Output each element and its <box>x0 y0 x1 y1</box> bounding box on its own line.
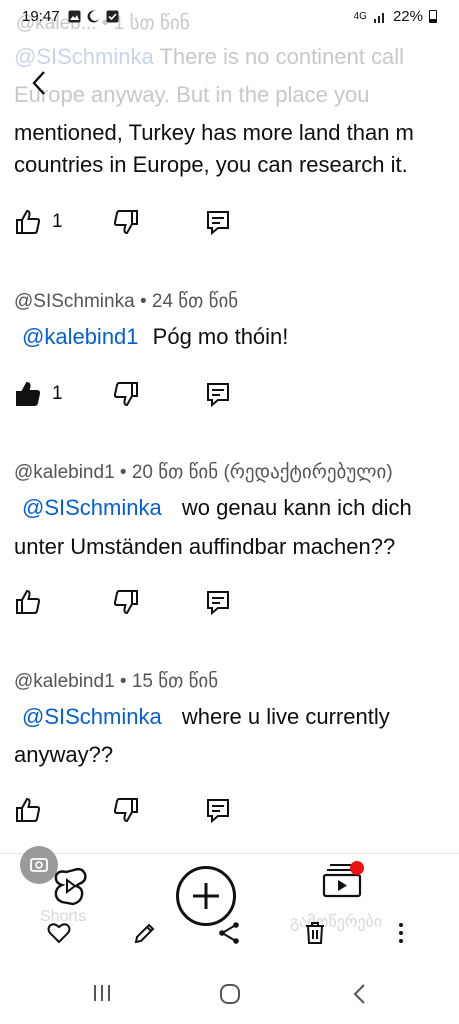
comment-mention[interactable]: @SISchminka <box>14 704 170 729</box>
notification-dot <box>350 861 364 875</box>
shorts-tab[interactable] <box>52 866 88 906</box>
check-icon <box>106 10 119 22</box>
back-icon <box>353 984 365 1004</box>
status-right: 4G 22% <box>354 8 437 25</box>
comment-text-line: @SISchminka wo genau kann ich dich <box>14 489 412 527</box>
ghost-mention: @SISchminka <box>14 44 154 69</box>
system-navigation-bar <box>0 968 459 1024</box>
thumbs-up-icon <box>16 209 41 234</box>
reply-button[interactable] <box>204 380 232 408</box>
reply-icon <box>207 211 229 236</box>
system-back-button[interactable] <box>350 982 370 1011</box>
recent-apps-icon <box>94 985 110 1001</box>
battery-icon <box>429 9 437 23</box>
thumbs-up-icon <box>16 589 41 614</box>
reply-icon <box>207 383 229 408</box>
ghost-comment-line2: Europe anyway. But in the place you <box>14 82 370 107</box>
thumbs-up-icon <box>16 797 41 822</box>
share-button[interactable] <box>216 920 242 946</box>
chevron-left-icon <box>32 71 45 95</box>
comment-actions: 1 <box>14 208 244 240</box>
signal-icon <box>373 12 384 23</box>
like-count: 1 <box>52 383 63 404</box>
heart-icon <box>47 923 71 944</box>
recent-apps-button[interactable] <box>92 982 112 1009</box>
thumbs-down-icon <box>113 210 138 235</box>
edit-button[interactable] <box>132 920 158 946</box>
thumbs-down-icon <box>113 798 138 823</box>
comment-body: wo genau kann ich dich <box>181 495 412 520</box>
network-type: 4G <box>353 10 367 22</box>
comment-mention[interactable]: @SISchminka <box>14 495 170 520</box>
dislike-button[interactable] <box>112 796 140 824</box>
comment-meta: @kalebind1 • 15 წთ წინ <box>14 671 219 692</box>
reply-icon <box>207 591 229 616</box>
thumbs-up-filled-icon <box>16 381 41 406</box>
comment-mention[interactable]: @kalebind1 <box>14 324 147 349</box>
comment-actions: 1 <box>14 380 244 412</box>
more-button[interactable] <box>388 920 414 946</box>
comment-text-line: countries in Europe, you can research it… <box>14 152 408 177</box>
like-button[interactable] <box>14 796 42 824</box>
comment-body: Póg mo thóin! <box>152 324 289 349</box>
share-icon <box>219 922 239 944</box>
reply-button[interactable] <box>204 208 232 236</box>
shorts-icon <box>54 867 87 906</box>
comment-text-line: anyway?? <box>14 742 114 767</box>
status-notification-icons <box>68 9 119 23</box>
delete-button[interactable] <box>302 920 328 946</box>
trash-icon <box>306 922 324 944</box>
reply-icon <box>207 799 229 824</box>
dislike-button[interactable] <box>112 208 140 236</box>
ghost-comment-line1: @SISchminka There is no continent call <box>14 44 404 70</box>
comment-body: where u live currently <box>181 704 390 729</box>
pencil-icon <box>134 923 155 944</box>
comment-actions <box>14 588 244 620</box>
status-bar: 19:47 4G 22% <box>0 0 459 32</box>
back-button[interactable] <box>28 68 52 98</box>
like-button[interactable]: 1 <box>14 380 63 408</box>
reply-button[interactable] <box>204 588 232 616</box>
gallery-icon <box>68 10 81 22</box>
comment-meta: @SISchminka • 24 წთ წინ <box>14 291 239 312</box>
like-count: 1 <box>52 211 63 232</box>
status-time: 19:47 <box>22 7 60 25</box>
moon-icon <box>87 9 99 22</box>
more-vertical-icon <box>399 923 403 943</box>
comment-actions <box>14 796 244 828</box>
comment-text-line: @kalebind1 Póg mo thóin! <box>14 318 288 356</box>
like-button[interactable] <box>14 588 42 616</box>
thumbs-down-icon <box>113 590 138 615</box>
home-icon <box>220 984 240 1004</box>
ghost-line1-rest: There is no continent call <box>159 44 405 69</box>
comment-text-line: @SISchminka where u live currently <box>14 698 390 736</box>
bottom-divider <box>0 853 459 854</box>
favorite-button[interactable] <box>46 920 72 946</box>
reply-button[interactable] <box>204 796 232 824</box>
like-button[interactable]: 1 <box>14 208 63 236</box>
thumbs-down-icon <box>113 382 138 407</box>
screenshot-toolbar <box>0 910 459 956</box>
comment-meta: @kalebind1 • 20 წთ წინ (რედაქტირებული) <box>14 462 393 483</box>
dislike-button[interactable] <box>112 588 140 616</box>
comment-text-line: unter Umständen auffindbar machen?? <box>14 534 396 559</box>
battery-percent: 22% <box>392 7 423 25</box>
dislike-button[interactable] <box>112 380 140 408</box>
home-button[interactable] <box>218 982 242 1011</box>
